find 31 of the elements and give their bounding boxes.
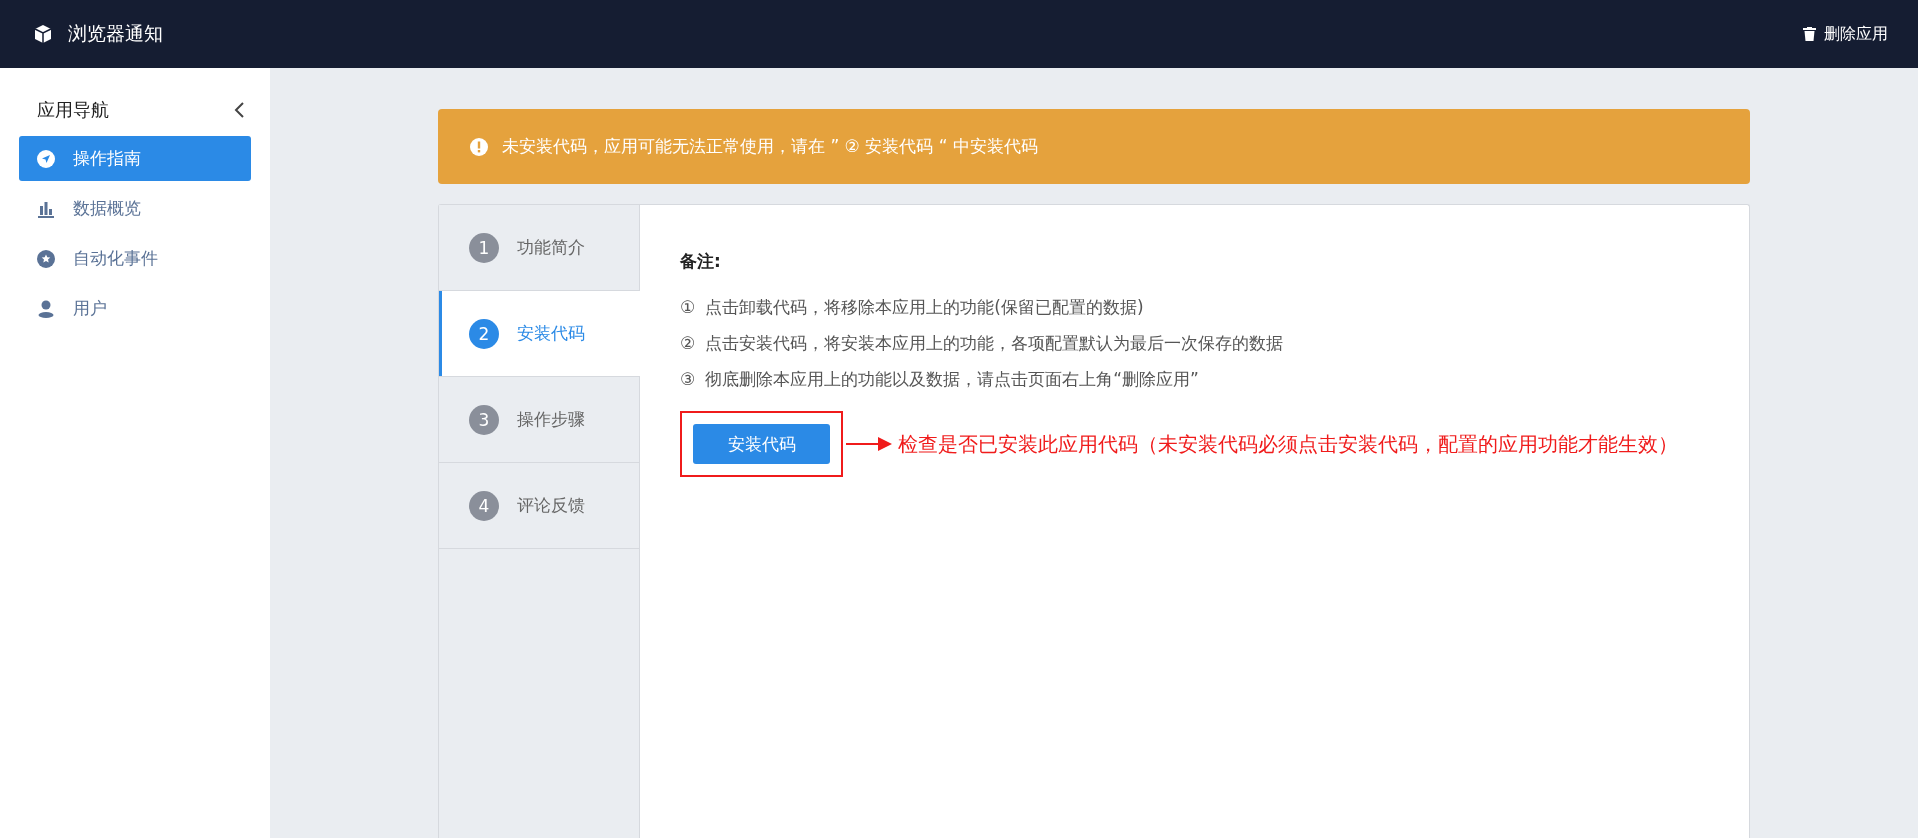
annotation-arrow (846, 437, 892, 451)
sidebar-item[interactable]: 操作指南 (19, 136, 251, 181)
collapse-chevron-icon[interactable] (233, 101, 247, 119)
annotation-text: 检查是否已安装此应用代码（未安装代码必须点击安装代码，配置的应用功能才能生效） (898, 430, 1678, 458)
notes-title: 备注: (680, 250, 722, 273)
sidebar-item[interactable]: 自动化事件 (19, 236, 251, 281)
note-text: 点击卸载代码，将移除本应用上的功能(保留已配置的数据) (705, 296, 1144, 319)
sidebar-item[interactable]: 用户 (19, 286, 251, 331)
app-title: 浏览器通知 (68, 21, 163, 46)
note-text: 彻底删除本应用上的功能以及数据，请点击页面右上角“删除应用” (705, 368, 1199, 391)
sidebar-title: 应用导航 (37, 98, 109, 122)
cube-icon (34, 24, 52, 44)
step-tab[interactable]: 4 评论反馈 (439, 463, 639, 549)
step-tab[interactable]: 2 安装代码 (439, 291, 640, 377)
warning-text: 未安装代码，应用可能无法正常使用，请在 ” ② 安装代码 “ 中安装代码 (502, 135, 1038, 158)
trash-icon (1803, 27, 1816, 41)
step-number: 4 (469, 490, 499, 521)
bar-chart-icon (37, 199, 55, 218)
circled-number: ① (680, 296, 696, 319)
step-number: 2 (469, 318, 499, 349)
note-text: 点击安装代码，将安装本应用上的功能，各项配置默认为最后一次保存的数据 (705, 332, 1284, 355)
exclamation-icon (470, 137, 488, 156)
circled-number: ③ (680, 368, 696, 391)
sidebar-item[interactable]: 数据概览 (19, 186, 251, 231)
install-code-button[interactable]: 安装代码 (693, 424, 830, 464)
step-tab[interactable]: 3 操作步骤 (439, 377, 639, 463)
step-number: 1 (469, 232, 499, 263)
delete-app-link[interactable]: 删除应用 (1803, 23, 1888, 45)
user-icon (37, 299, 55, 318)
step-number: 3 (469, 404, 499, 435)
circled-number: ② (680, 332, 696, 355)
